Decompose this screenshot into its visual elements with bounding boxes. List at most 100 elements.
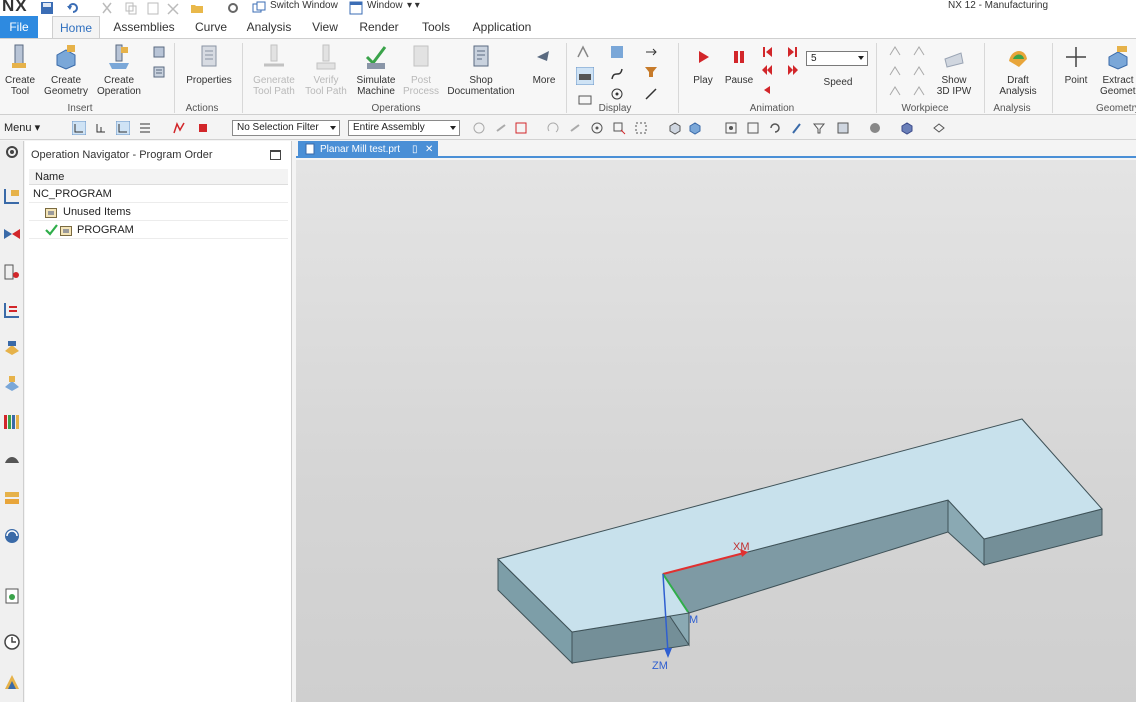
tab-tools[interactable]: Tools xyxy=(416,16,456,38)
palettes-icon[interactable] xyxy=(3,587,21,605)
display-arrows-icon[interactable] xyxy=(644,45,658,59)
zoom-icon[interactable] xyxy=(746,121,760,135)
selection-box-icon[interactable] xyxy=(514,121,528,135)
clock-icon[interactable] xyxy=(3,633,21,651)
point-button[interactable]: Point xyxy=(1058,43,1094,86)
tree-row-nc-program[interactable]: NC_PROGRAM xyxy=(29,185,288,203)
rotate-icon[interactable] xyxy=(546,121,560,135)
process-studio-icon[interactable] xyxy=(3,673,21,691)
create-geometry-button[interactable]: Create Geometry xyxy=(42,43,90,97)
selection-filter-select[interactable]: No Selection Filter xyxy=(232,120,340,136)
tools-icon[interactable] xyxy=(226,1,240,15)
graphics-tab[interactable]: Planar Mill test.prt ▯ ✕ xyxy=(298,141,438,158)
tab-home[interactable]: Home xyxy=(52,16,100,38)
fast-forward-icon[interactable] xyxy=(786,63,800,77)
tree-row-program[interactable]: PROGRAM xyxy=(29,221,288,239)
window-menu-label[interactable]: Window xyxy=(367,0,403,11)
operation-navigator-icon[interactable] xyxy=(3,187,21,205)
pause-button[interactable]: Pause xyxy=(722,43,756,86)
display-geometry-icon[interactable] xyxy=(610,45,624,59)
switch-window-icon[interactable] xyxy=(252,1,266,15)
workpiece-1-icon[interactable] xyxy=(888,45,902,59)
graphics-window[interactable]: XM M ZM xyxy=(296,160,1136,702)
reuse-library-icon[interactable] xyxy=(3,413,21,431)
display-curve-icon[interactable] xyxy=(610,67,624,81)
generate-tool-path-button[interactable]: Generate Tool Path xyxy=(248,43,300,97)
tab-view[interactable]: View xyxy=(308,16,342,38)
gear-icon[interactable] xyxy=(3,143,21,161)
program-order-view-icon[interactable] xyxy=(72,121,86,135)
layer-icon[interactable] xyxy=(836,121,850,135)
maximize-icon[interactable] xyxy=(270,150,281,160)
refresh-icon[interactable] xyxy=(768,121,782,135)
create-method-icon[interactable] xyxy=(152,45,166,59)
restore-icon[interactable]: ▯ xyxy=(412,141,418,158)
hd3d-tools-icon[interactable] xyxy=(3,489,21,507)
display-line-icon[interactable] xyxy=(644,87,658,101)
constraint-navigator-icon[interactable] xyxy=(3,375,21,393)
column-header-name[interactable]: Name xyxy=(29,169,288,185)
menu-button[interactable]: Menu ▾ xyxy=(4,121,40,134)
shaded-cube-icon[interactable] xyxy=(688,121,702,135)
view-cube-icon[interactable] xyxy=(668,121,682,135)
close-icon[interactable]: ✕ xyxy=(425,141,433,158)
machining-method-view-icon[interactable] xyxy=(138,121,152,135)
window-menu-arrow-icon[interactable]: ▾ ▾ xyxy=(407,0,420,11)
display-path-icon[interactable] xyxy=(576,45,590,59)
speed-select[interactable]: 5 xyxy=(806,51,868,66)
geometry-view-icon[interactable] xyxy=(116,121,130,135)
rewind-icon[interactable] xyxy=(760,63,774,77)
workpiece-2-icon[interactable] xyxy=(888,65,902,79)
verify-tool-path-button[interactable]: Verify Tool Path xyxy=(302,43,350,97)
link-icon[interactable] xyxy=(494,121,508,135)
switch-window-label[interactable]: Switch Window xyxy=(270,0,338,11)
fit-view-icon[interactable] xyxy=(724,121,738,135)
web-browser-icon[interactable] xyxy=(3,527,21,545)
workpiece-4-icon[interactable] xyxy=(912,45,926,59)
history-icon[interactable] xyxy=(3,451,21,469)
tool-path-icon[interactable] xyxy=(196,121,210,135)
tab-assemblies[interactable]: Assemblies xyxy=(108,16,180,38)
render-style-icon[interactable] xyxy=(868,121,882,135)
brush-icon[interactable] xyxy=(790,121,804,135)
play-button[interactable]: Play xyxy=(688,43,718,86)
create-operation-button[interactable]: Create Operation xyxy=(94,43,144,97)
view-options-icon[interactable] xyxy=(932,121,946,135)
feature-navigator-icon[interactable] xyxy=(3,301,21,319)
display-point-icon[interactable] xyxy=(610,87,624,101)
workpiece-6-icon[interactable] xyxy=(912,85,926,99)
tab-file[interactable]: File xyxy=(0,16,38,38)
save-icon[interactable] xyxy=(40,1,54,15)
tab-application[interactable]: Application xyxy=(466,16,538,38)
create-program-icon[interactable] xyxy=(152,65,166,79)
selection-scope-select[interactable]: Entire Assembly xyxy=(348,120,460,136)
machine-tool-view-icon[interactable] xyxy=(94,121,108,135)
window-icon[interactable] xyxy=(349,1,363,15)
workpiece-3-icon[interactable] xyxy=(888,85,902,99)
extract-geometry-button[interactable]: ExtractGeometry xyxy=(1100,43,1136,97)
create-tool-button[interactable]: Create Tool xyxy=(2,43,38,97)
tab-render[interactable]: Render xyxy=(354,16,404,38)
tab-curve[interactable]: Curve xyxy=(190,16,232,38)
shop-documentation-button[interactable]: Shop Documentation xyxy=(444,43,518,97)
undo-icon[interactable] xyxy=(66,1,80,15)
folder-icon[interactable] xyxy=(190,1,204,15)
show-3d-ipw-button[interactable]: Show 3D IPW xyxy=(932,43,976,97)
part-model[interactable]: XM M ZM xyxy=(296,160,1136,702)
step-forward-icon[interactable] xyxy=(786,45,800,59)
rect-select-icon[interactable] xyxy=(634,121,648,135)
properties-button[interactable]: Properties xyxy=(182,43,236,86)
filter-icon[interactable] xyxy=(812,121,826,135)
solid-style-icon[interactable] xyxy=(900,121,914,135)
display-solid-icon[interactable] xyxy=(576,67,594,85)
pan-icon[interactable] xyxy=(568,121,582,135)
add-selection-icon[interactable] xyxy=(612,121,626,135)
generate-icon[interactable] xyxy=(172,121,186,135)
draft-analysis-button[interactable]: Draft Analysis xyxy=(992,43,1044,97)
display-tool-icon[interactable] xyxy=(644,65,658,79)
tree-row-unused-items[interactable]: Unused Items xyxy=(29,203,288,221)
workpiece-5-icon[interactable] xyxy=(912,65,926,79)
step-back-icon[interactable] xyxy=(760,45,774,59)
simulate-machine-button[interactable]: Simulate Machine xyxy=(352,43,400,97)
snap-icon[interactable] xyxy=(472,121,486,135)
